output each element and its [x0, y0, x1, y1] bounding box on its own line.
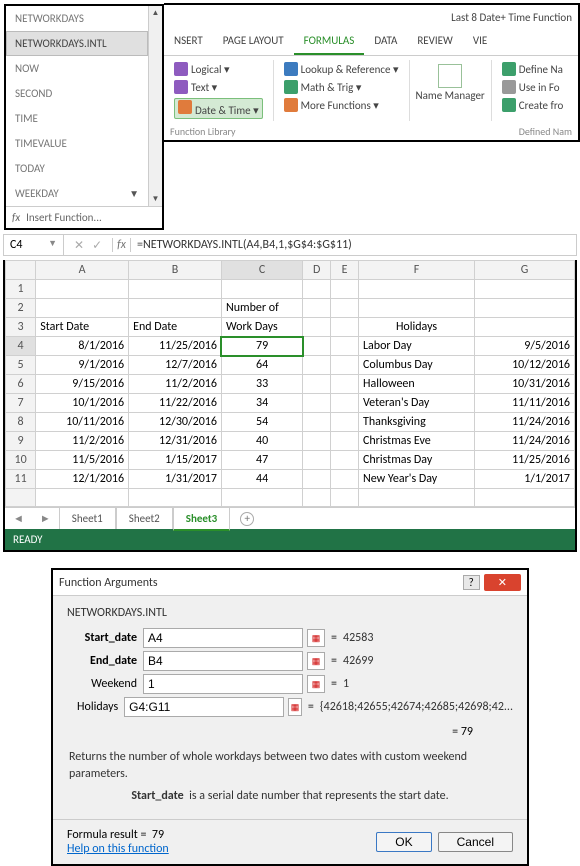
dropdown-item-timevalue[interactable]: TIMEVALUE: [6, 131, 148, 156]
defined-names-label: Defined Nam: [513, 123, 578, 140]
ribbon-logical-button[interactable]: Logical ▾: [174, 62, 263, 76]
dropdown-item-today[interactable]: TODAY: [6, 156, 148, 181]
sheet-tab-sheet3[interactable]: Sheet3: [173, 507, 231, 531]
row-header-6[interactable]: 6: [6, 375, 36, 394]
row-header-9[interactable]: 9: [6, 432, 36, 451]
ribbon-text-button[interactable]: Text ▾: [174, 80, 263, 94]
formula-input[interactable]: =NETWORKDAYS.INTL(A4,B4,1,$G$4:$G$11): [131, 235, 576, 255]
cancel-button[interactable]: Cancel: [438, 832, 513, 852]
dropdown-item-weekday[interactable]: WEEKDAY▼: [6, 181, 148, 206]
function-arguments-dialog: Function Arguments ? ✕ NETWORKDAYS.INTL …: [51, 568, 529, 866]
row-header-5[interactable]: 5: [6, 356, 36, 375]
col-header-C[interactable]: C: [221, 261, 302, 280]
sheet-tab-sheet2[interactable]: Sheet2: [116, 507, 173, 529]
dropdown-item-now[interactable]: NOW: [6, 56, 148, 81]
function-library-label: Function Library: [164, 123, 513, 140]
tab-vie[interactable]: VIE: [463, 28, 497, 55]
arg-end_date-input[interactable]: [143, 651, 303, 671]
dropdown-item-networkdays-intl[interactable]: NETWORKDAYS.INTL: [6, 31, 148, 56]
ribbon-date-time-button[interactable]: Date & Time ▾: [174, 98, 263, 119]
range-picker-icon[interactable]: ▦: [307, 629, 325, 647]
dialog-description: Returns the number of whole workdays bet…: [69, 749, 511, 783]
dropdown-item-second[interactable]: SECOND: [6, 81, 148, 106]
range-picker-icon[interactable]: ▦: [307, 675, 325, 693]
col-header-A[interactable]: A: [36, 261, 129, 280]
calc-result: = 79: [67, 725, 473, 739]
formula-bar: C4 ▼ ✕ ✓ fx =NETWORKDAYS.INTL(A4,B4,1,$G$…: [3, 234, 577, 256]
dialog-title: Function Arguments: [59, 576, 463, 590]
dialog-function-name: NETWORKDAYS.INTL: [67, 606, 513, 620]
ribbon-math-trig-button[interactable]: Math & Trig ▾: [284, 80, 399, 94]
cell-C5[interactable]: 64: [221, 356, 302, 375]
row-header-11[interactable]: 11: [6, 470, 36, 489]
col-header-E[interactable]: E: [331, 261, 359, 280]
dialog-close-button[interactable]: ✕: [484, 574, 521, 591]
ribbon-define-na-button[interactable]: Define Na: [502, 62, 564, 76]
ribbon-lookup-reference-button[interactable]: Lookup & Reference ▾: [284, 62, 399, 76]
name-box[interactable]: C4 ▼: [4, 235, 64, 255]
cell-C10[interactable]: 47: [221, 451, 302, 470]
window-title: Last 8 Date+ Time Function: [164, 5, 578, 28]
insert-function-label: Insert Function...: [26, 211, 102, 224]
row-header-2[interactable]: 2: [6, 299, 36, 318]
accept-formula-icon[interactable]: ✓: [92, 238, 102, 253]
cell-C9[interactable]: 40: [221, 432, 302, 451]
cell-C6[interactable]: 33: [221, 375, 302, 394]
sheet-nav-next[interactable]: ►: [32, 508, 59, 529]
cell-C7[interactable]: 34: [221, 394, 302, 413]
row-header-10[interactable]: 10: [6, 451, 36, 470]
row-header-7[interactable]: 7: [6, 394, 36, 413]
row-header-4[interactable]: 4: [6, 337, 36, 356]
sheet-tab-sheet1[interactable]: Sheet1: [59, 507, 116, 529]
sheet-nav-prev[interactable]: ◄: [5, 508, 32, 529]
dialog-help-button[interactable]: ?: [463, 575, 480, 590]
name-manager-icon: [438, 64, 462, 88]
range-picker-icon[interactable]: ▦: [307, 652, 325, 670]
cancel-formula-icon[interactable]: ✕: [74, 238, 84, 253]
tab-review[interactable]: REVIEW: [407, 28, 463, 55]
dropdown-scrollbar[interactable]: ▲▼: [148, 6, 162, 206]
ribbon-create-fro-button[interactable]: Create fro: [502, 98, 564, 112]
dropdown-item-time[interactable]: TIME: [6, 106, 148, 131]
row-header-3[interactable]: 3: [6, 318, 36, 337]
cell-C11[interactable]: 44: [221, 470, 302, 489]
add-sheet-button[interactable]: +: [240, 512, 254, 526]
cell-C8[interactable]: 54: [221, 413, 302, 432]
fx-label[interactable]: fx: [112, 238, 131, 252]
arg-holidays-input[interactable]: [124, 697, 284, 717]
help-on-function-link[interactable]: Help on this function: [67, 842, 169, 856]
col-header-B[interactable]: B: [129, 261, 222, 280]
tab-data[interactable]: DATA: [364, 28, 407, 55]
status-bar: READY: [5, 529, 575, 550]
spreadsheet-grid[interactable]: ABCDEFG 12Number of3Start DateEnd DateWo…: [5, 260, 575, 507]
cell-C4[interactable]: 79: [221, 337, 302, 356]
tab-nsert[interactable]: NSERT: [164, 28, 213, 55]
row-header-1[interactable]: 1: [6, 280, 36, 299]
ok-button[interactable]: OK: [376, 832, 431, 852]
dropdown-item-networkdays[interactable]: NETWORKDAYS: [6, 6, 148, 31]
arg-weekend-input[interactable]: [143, 674, 303, 694]
fx-icon: fx: [12, 211, 20, 224]
arg-start_date-input[interactable]: [143, 628, 303, 648]
ribbon-more-functions-button[interactable]: More Functions ▾: [284, 98, 399, 112]
range-picker-icon[interactable]: ▦: [288, 698, 302, 716]
tab-page-layout[interactable]: PAGE LAYOUT: [213, 28, 294, 55]
ribbon-tabs: NSERTPAGE LAYOUTFORMULASDATAREVIEWVIE: [164, 28, 578, 56]
insert-function-button[interactable]: fx Insert Function...: [6, 206, 162, 228]
ribbon-use-in-fo-button[interactable]: Use in Fo: [502, 80, 564, 94]
name-manager-button[interactable]: Name Manager: [416, 90, 485, 102]
col-header-F[interactable]: F: [358, 261, 474, 280]
col-header-G[interactable]: G: [475, 261, 575, 280]
function-dropdown[interactable]: NETWORKDAYSNETWORKDAYS.INTLNOWSECONDTIME…: [4, 4, 164, 230]
tab-formulas[interactable]: FORMULAS: [294, 28, 365, 55]
row-header-8[interactable]: 8: [6, 413, 36, 432]
col-header-D[interactable]: D: [303, 261, 331, 280]
